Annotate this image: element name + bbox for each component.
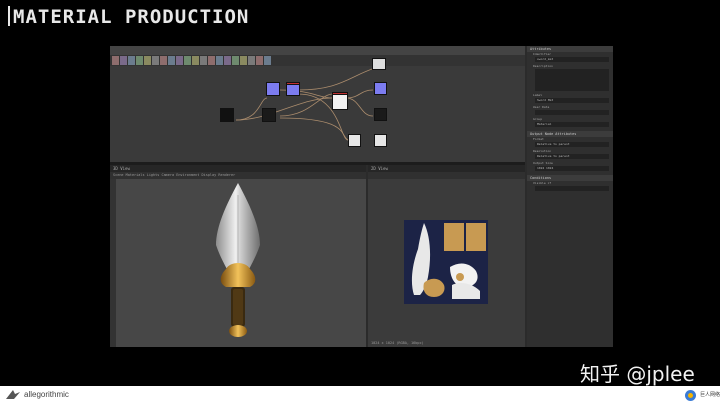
graph-node-header [332,92,348,95]
property-field[interactable] [535,110,609,115]
property-field[interactable]: Sword Mat [535,98,609,103]
2d-view-status: 1024 x 1024 (RGBA, 16bpc) [371,341,424,345]
brand-giant-network: 巨人网络 [700,392,720,398]
substance-designer-window: 3D View Scene Materials Lights Camera En… [110,46,613,347]
graph-node-blend[interactable] [348,134,361,147]
footer-bar: allegorithmic 巨人网络 [0,386,720,405]
graph-node-output-roughness[interactable] [374,108,387,121]
graph-node-normal[interactable] [266,82,280,96]
brand-allegorithmic: allegorithmic [24,390,69,399]
property-field[interactable] [535,69,609,91]
texture-preview [404,220,488,304]
property-field[interactable]: Relative to parent [535,154,609,159]
graph-node-output-height[interactable] [374,134,387,147]
property-field[interactable]: Relative to parent [535,142,609,147]
slide-title-text: MATERIAL PRODUCTION [13,6,250,28]
allegorithmic-logo-icon [6,390,20,399]
title-bar-decoration [8,6,10,26]
3d-view[interactable]: 3D View Scene Materials Lights Camera En… [110,165,366,347]
watermark: 知乎 @jplee [580,362,695,386]
graph-links [235,67,376,141]
properties-panel: Attributes Identifier sword_mat Descriptio… [527,46,613,347]
graph-node-output-basecolor[interactable] [372,58,386,70]
property-field[interactable] [535,186,609,191]
property-field[interactable]: Material [535,122,609,127]
property-field[interactable]: sword_mat [535,57,609,62]
property-field[interactable]: 1024 1024 [535,166,609,171]
2d-view[interactable]: 2D View 1024 x 1024 (RGBA, 16bpc) [368,165,525,347]
giant-network-logo-icon [685,390,696,401]
graph-node-input[interactable] [220,108,234,122]
graph-node-header [286,82,300,85]
graph-editor[interactable] [110,46,525,162]
graph-node-output-normal[interactable] [374,82,387,95]
sword-model [216,183,260,337]
slide-title: MATERIAL PRODUCTION [8,6,249,28]
graph-node-uv[interactable] [262,108,276,122]
